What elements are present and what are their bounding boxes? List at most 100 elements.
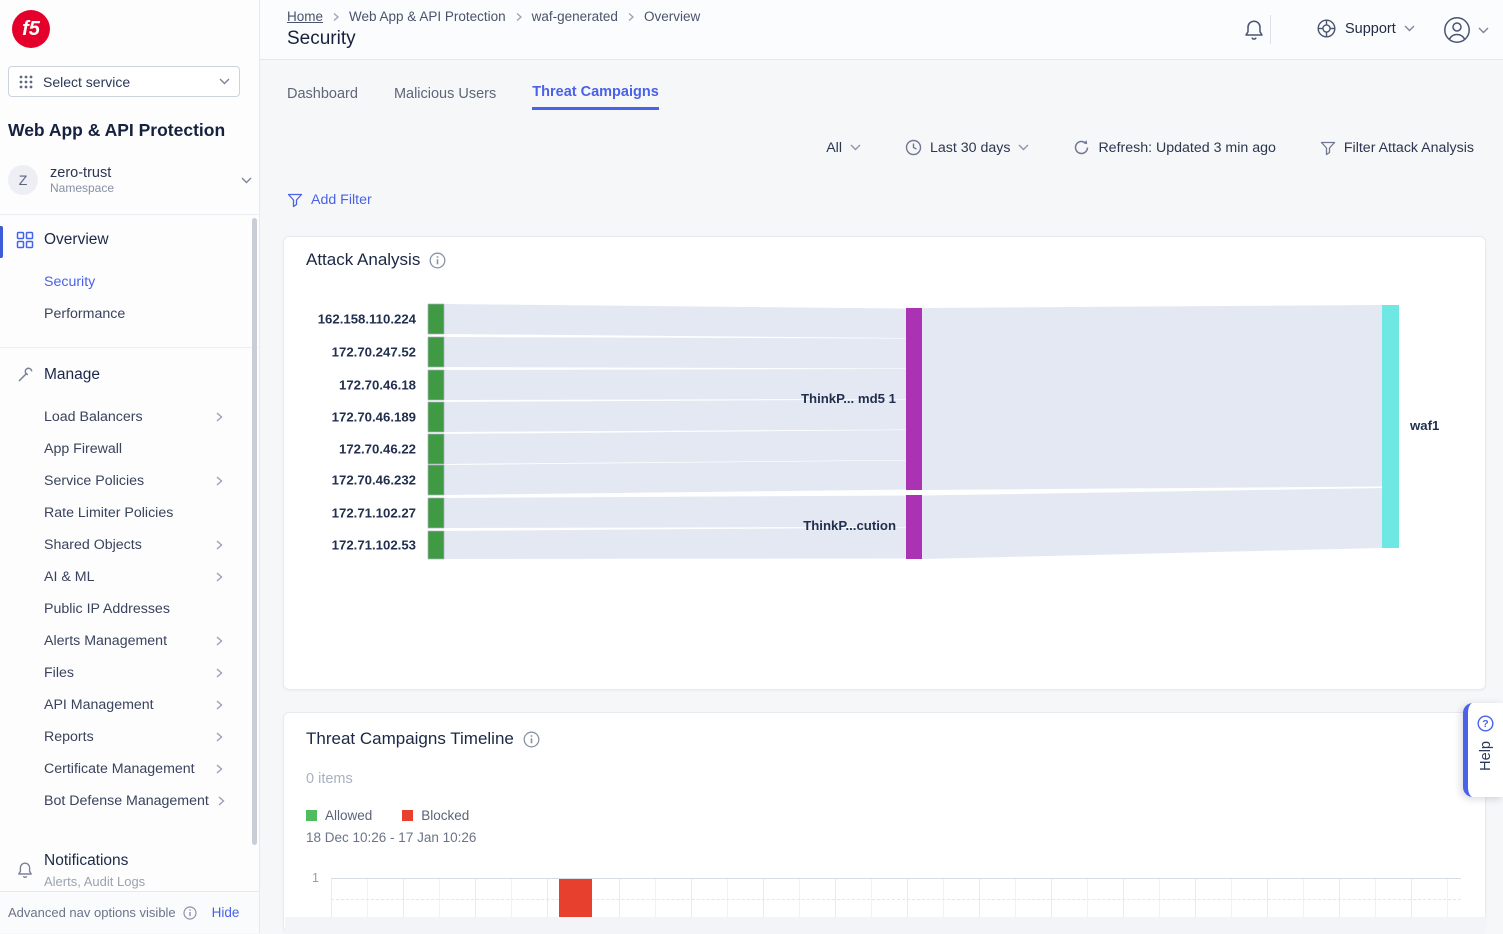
sidebar-item-performance[interactable]: Performance xyxy=(44,306,125,322)
sankey-source-label: 172.70.46.189 xyxy=(332,410,416,425)
select-service-label: Select service xyxy=(43,74,210,90)
sidebar-item-service-policies[interactable]: Service Policies xyxy=(44,473,144,489)
chevron-down-icon xyxy=(219,78,230,85)
sankey-middle-node[interactable] xyxy=(906,495,922,559)
timeline-plot-area xyxy=(331,878,1461,917)
bell-icon xyxy=(16,861,34,880)
legend-swatch-allowed xyxy=(306,810,317,821)
sankey-source-node[interactable] xyxy=(428,465,444,495)
sidebar-item-app-firewall[interactable]: App Firewall xyxy=(44,441,122,457)
timeline-legend: Allowed Blocked xyxy=(306,808,469,823)
support-menu[interactable]: Support xyxy=(1316,18,1415,39)
sidebar-item-ai-ml[interactable]: AI & ML xyxy=(44,569,94,585)
sankey-source-node[interactable] xyxy=(428,370,444,400)
info-icon[interactable] xyxy=(429,252,446,269)
sidebar-item-notifications[interactable]: Notifications Alerts, Audit Logs xyxy=(16,852,145,889)
account-menu[interactable] xyxy=(1443,16,1489,44)
tab-threat-campaigns[interactable]: Threat Campaigns xyxy=(532,84,659,110)
filter-attack-analysis-label: Filter Attack Analysis xyxy=(1344,140,1474,156)
items-count: 0 items xyxy=(306,771,353,787)
namespace-type-label: Namespace xyxy=(50,181,229,195)
chevron-right-icon xyxy=(627,12,635,22)
sankey-source-node[interactable] xyxy=(428,337,444,367)
overview-grid-icon xyxy=(16,231,34,249)
select-service-dropdown[interactable]: Select service xyxy=(8,66,240,97)
info-icon[interactable] xyxy=(523,731,540,748)
sidebar-item-rate-limiter-policies[interactable]: Rate Limiter Policies xyxy=(44,505,173,521)
sankey-source-node[interactable] xyxy=(428,531,444,559)
namespace-switcher[interactable]: Z zero-trust Namespace xyxy=(8,158,252,202)
sankey-link xyxy=(444,304,906,338)
legend-item-allowed[interactable]: Allowed xyxy=(306,808,372,823)
support-label: Support xyxy=(1345,21,1396,37)
chevron-right-icon xyxy=(216,795,226,807)
chevron-right-icon xyxy=(214,539,224,551)
sidebar-item-reports[interactable]: Reports xyxy=(44,729,94,745)
chevron-right-icon xyxy=(515,12,523,22)
chevron-down-icon xyxy=(1404,25,1415,32)
sidebar-item-api-management[interactable]: API Management xyxy=(44,697,154,713)
sidebar-item-shared-objects[interactable]: Shared Objects xyxy=(44,537,142,553)
sidebar-item-public-ip-addresses[interactable]: Public IP Addresses xyxy=(44,601,170,617)
breadcrumb-waap[interactable]: Web App & API Protection xyxy=(349,9,506,24)
breadcrumb-waf-generated[interactable]: waf-generated xyxy=(532,9,618,24)
sidebar-divider xyxy=(0,214,260,215)
user-avatar-icon xyxy=(1443,16,1471,44)
header-divider xyxy=(1270,15,1271,44)
breadcrumb-home[interactable]: Home xyxy=(287,9,323,24)
attack-analysis-title: Attack Analysis xyxy=(306,250,420,270)
sankey-source-node[interactable] xyxy=(428,304,444,334)
refresh-button[interactable]: Refresh: Updated 3 min ago xyxy=(1073,139,1275,156)
sankey-link xyxy=(922,305,1382,490)
clock-icon xyxy=(905,139,922,156)
gridline-dashed xyxy=(331,899,1461,900)
sankey-source-node[interactable] xyxy=(428,498,444,528)
sidebar-scrollbar-thumb[interactable] xyxy=(252,218,257,845)
sidebar-item-bot-defense-management[interactable]: Bot Defense Management xyxy=(44,793,209,809)
sankey-link xyxy=(444,461,906,496)
attack-analysis-card: Attack Analysis xyxy=(283,236,1486,690)
timeline-date-range: 18 Dec 10:26 - 17 Jan 10:26 xyxy=(306,830,476,845)
chevron-right-icon xyxy=(214,699,224,711)
help-button[interactable]: ? Help xyxy=(1463,703,1503,797)
sankey-source-node[interactable] xyxy=(428,402,444,432)
sankey-link xyxy=(922,488,1382,559)
advanced-nav-text: Advanced nav options visible xyxy=(8,905,176,920)
sankey-source-label: 172.71.102.27 xyxy=(332,506,416,521)
sidebar-item-overview[interactable]: Overview xyxy=(16,231,109,249)
timeline-brush-strip[interactable] xyxy=(285,917,1486,934)
add-filter-label: Add Filter xyxy=(311,192,372,208)
sankey-source-node[interactable] xyxy=(428,434,444,464)
filter-attack-analysis-button[interactable]: Filter Attack Analysis xyxy=(1320,140,1474,156)
chevron-right-icon xyxy=(332,12,340,22)
funnel-icon xyxy=(287,192,303,208)
sidebar-item-security[interactable]: Security xyxy=(44,274,95,290)
sidebar-item-load-balancers[interactable]: Load Balancers xyxy=(44,409,143,425)
chevron-right-icon xyxy=(214,763,224,775)
breadcrumb-overview: Overview xyxy=(644,9,700,24)
add-filter-button[interactable]: Add Filter xyxy=(287,192,372,208)
chevron-down-icon xyxy=(1478,27,1489,34)
hide-nav-link[interactable]: Hide xyxy=(212,905,240,920)
sankey-target-node[interactable] xyxy=(1382,305,1399,548)
tab-malicious-users[interactable]: Malicious Users xyxy=(394,86,496,109)
sankey-source-label: 172.70.247.52 xyxy=(332,345,416,360)
y-axis-tick: 1 xyxy=(312,871,319,885)
scope-dropdown[interactable]: All xyxy=(826,140,861,156)
question-circle-icon: ? xyxy=(1477,715,1494,732)
chevron-right-icon xyxy=(214,475,224,487)
sidebar-item-certificate-management[interactable]: Certificate Management xyxy=(44,761,195,777)
sankey-middle-node[interactable] xyxy=(906,308,922,490)
grid-dots-icon xyxy=(18,74,34,90)
sidebar-item-files[interactable]: Files xyxy=(44,665,74,681)
time-range-dropdown[interactable]: Last 30 days xyxy=(905,139,1029,156)
blocked-bar[interactable] xyxy=(559,879,592,918)
notification-bell-icon[interactable] xyxy=(1242,18,1266,43)
tab-dashboard[interactable]: Dashboard xyxy=(287,86,358,109)
sidebar-item-alerts-management[interactable]: Alerts Management xyxy=(44,633,167,649)
namespace-name: zero-trust xyxy=(50,165,229,181)
info-icon[interactable] xyxy=(183,906,197,920)
legend-item-blocked[interactable]: Blocked xyxy=(402,808,469,823)
sankey-middle-label: ThinkP... md5 1 xyxy=(801,391,896,406)
f5-logo[interactable]: f5 xyxy=(12,10,50,48)
